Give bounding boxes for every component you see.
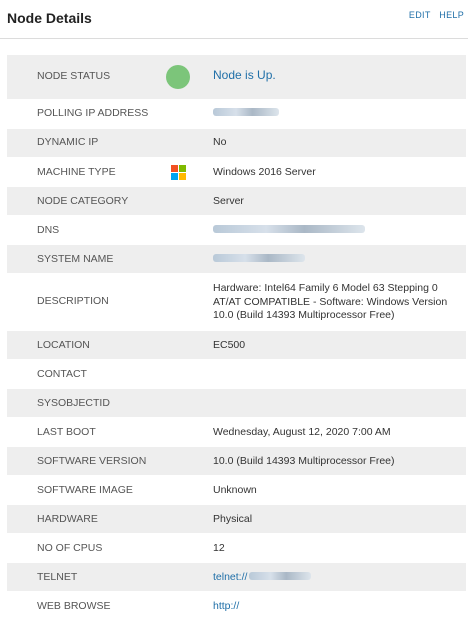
location-value: EC500: [213, 339, 246, 351]
node-details-table: NODE STATUS Node is Up. POLLING IP ADDRE…: [7, 55, 466, 621]
redacted-text: [249, 572, 312, 580]
polling-ip-value[interactable]: [213, 107, 463, 121]
row-label: WEB BROWSE: [37, 600, 111, 612]
row-node-category: NODE CATEGORY Server: [7, 187, 466, 216]
row-sysobjectid: SYSOBJECTID: [7, 389, 466, 418]
row-contact: CONTACT: [7, 360, 466, 389]
help-link[interactable]: HELP: [439, 10, 464, 20]
row-polling-ip: POLLING IP ADDRESS: [7, 100, 466, 129]
row-label: SYSTEM NAME: [37, 253, 114, 265]
cpus-value: 12: [213, 542, 225, 554]
row-label: LAST BOOT: [37, 426, 96, 438]
hardware-value: Physical: [213, 513, 253, 525]
header-links: EDIT HELP: [403, 10, 464, 20]
row-label: DNS: [37, 224, 60, 236]
row-hardware: HARDWARE Physical: [7, 505, 466, 534]
software-image-value: Unknown: [213, 484, 257, 496]
row-label: MACHINE TYPE: [37, 166, 116, 178]
row-label: NO OF CPUS: [37, 542, 103, 554]
row-software-version: SOFTWARE VERSION 10.0 (Build 14393 Multi…: [7, 447, 466, 476]
node-category-value: Server: [213, 195, 244, 207]
row-no-of-cpus: NO OF CPUS 12: [7, 534, 466, 563]
row-dynamic-ip: DYNAMIC IP No: [7, 129, 466, 158]
node-status-value[interactable]: Node is Up.: [213, 68, 463, 83]
row-label: SOFTWARE IMAGE: [37, 484, 133, 496]
dns-value: [213, 224, 463, 238]
row-system-name: SYSTEM NAME: [7, 245, 466, 274]
row-label: DYNAMIC IP: [37, 136, 99, 148]
web-browse-link[interactable]: http://: [213, 600, 463, 614]
row-machine-type: MACHINE TYPE Windows 2016 Server: [7, 158, 466, 187]
row-software-image: SOFTWARE IMAGE Unknown: [7, 476, 466, 505]
row-telnet: TELNET telnet://: [7, 563, 466, 592]
row-label: SOFTWARE VERSION: [37, 455, 147, 467]
row-label: NODE CATEGORY: [37, 195, 129, 207]
green-status-dot-icon: [166, 65, 190, 89]
edit-link[interactable]: EDIT: [409, 10, 431, 20]
row-dns: DNS: [7, 216, 466, 245]
windows-logo-icon: [171, 165, 187, 181]
panel-title: Node Details: [7, 10, 92, 26]
panel-header: Node Details EDIT HELP: [0, 0, 468, 39]
redacted-text: [213, 254, 305, 262]
row-label: NODE STATUS: [37, 70, 111, 82]
software-version-value: 10.0 (Build 14393 Multiprocessor Free): [213, 455, 395, 467]
row-label: CONTACT: [37, 368, 87, 380]
row-label: HARDWARE: [37, 513, 98, 525]
row-label: LOCATION: [37, 339, 90, 351]
row-label: TELNET: [37, 571, 78, 583]
last-boot-value: Wednesday, August 12, 2020 7:00 AM: [213, 426, 391, 438]
redacted-text: [213, 108, 279, 116]
description-value: Hardware: Intel64 Family 6 Model 63 Step…: [213, 282, 448, 321]
system-name-value: [213, 253, 463, 267]
row-label: POLLING IP ADDRESS: [37, 107, 149, 119]
telnet-value[interactable]: telnet://: [213, 571, 463, 585]
telnet-link[interactable]: telnet://: [213, 571, 247, 583]
row-label: SYSOBJECTID: [37, 397, 110, 409]
dynamic-ip-value: No: [213, 136, 227, 148]
row-last-boot: LAST BOOT Wednesday, August 12, 2020 7:0…: [7, 418, 466, 447]
row-location: LOCATION EC500: [7, 331, 466, 360]
row-web-browse: WEB BROWSE http://: [7, 592, 466, 621]
machine-type-value: Windows 2016 Server: [213, 166, 316, 178]
row-description: DESCRIPTION Hardware: Intel64 Family 6 M…: [7, 274, 466, 331]
row-label: DESCRIPTION: [37, 295, 109, 307]
row-node-status: NODE STATUS Node is Up.: [7, 55, 466, 100]
redacted-text: [213, 225, 365, 233]
